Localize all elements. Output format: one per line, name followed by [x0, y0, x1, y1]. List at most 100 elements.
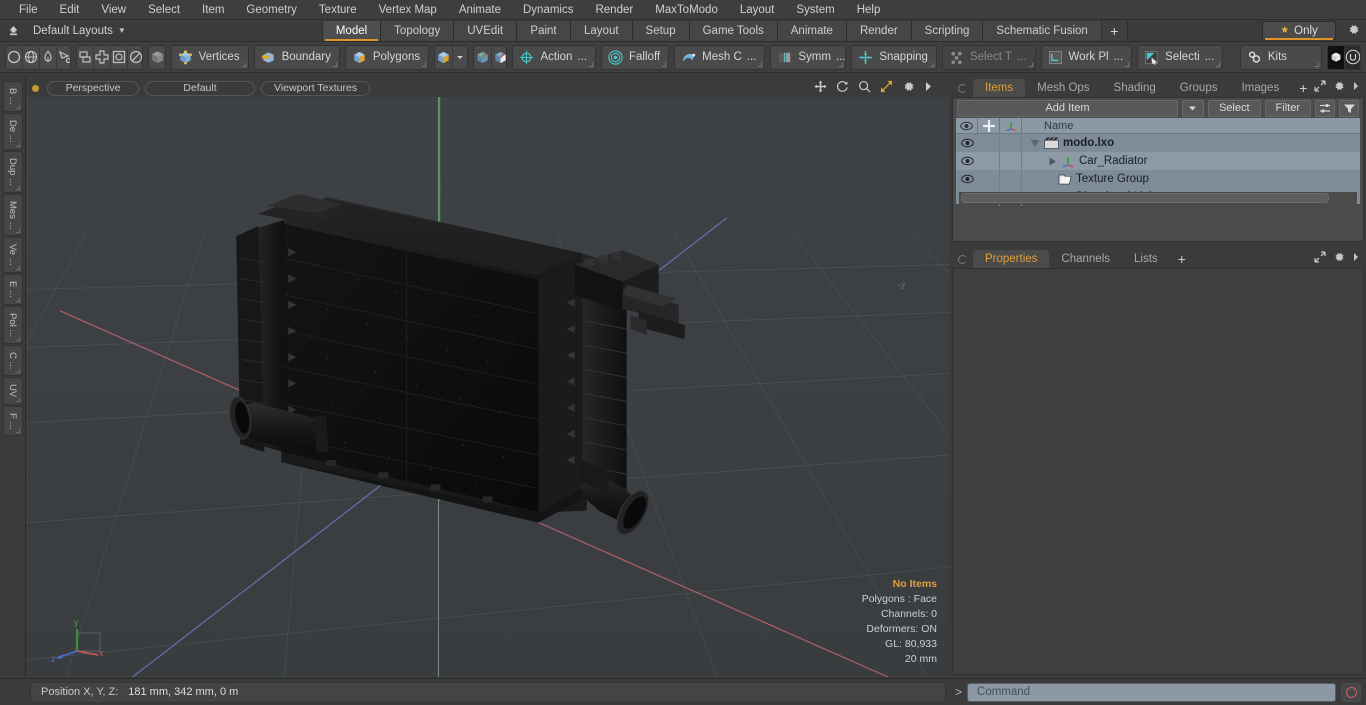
- cut-tool-icon[interactable]: [57, 46, 71, 69]
- table-row[interactable]: Texture Group: [956, 170, 1360, 188]
- gear-icon[interactable]: [1333, 251, 1345, 266]
- add-item-button[interactable]: Add Item: [957, 99, 1178, 117]
- zoom-icon[interactable]: [858, 80, 871, 95]
- filter-funnel-icon[interactable]: [1339, 99, 1359, 117]
- tab-topology[interactable]: Topology: [381, 20, 455, 41]
- panel-menu-dot[interactable]: [958, 255, 967, 264]
- row-visibility-toggle[interactable]: [956, 156, 978, 166]
- table-row[interactable]: Car_Radiator: [956, 152, 1360, 170]
- add-panel-tab-button[interactable]: +: [1291, 79, 1316, 97]
- tab-lists[interactable]: Lists: [1122, 250, 1170, 268]
- viewport-shading-selector[interactable]: Viewport Textures: [261, 80, 371, 96]
- viewport-menu-dot[interactable]: [32, 84, 39, 92]
- list-options-icon[interactable]: [1315, 99, 1335, 117]
- row-visibility-toggle[interactable]: [956, 174, 978, 184]
- filter-button[interactable]: Filter: [1264, 99, 1311, 117]
- item-list-scrollbar[interactable]: [959, 192, 1357, 204]
- symmetry-button[interactable]: Symm ...: [770, 44, 847, 70]
- gear-icon[interactable]: [1347, 23, 1360, 39]
- ellipse-tool-icon[interactable]: [128, 46, 142, 69]
- menu-item-render[interactable]: Render: [584, 0, 644, 20]
- tab-animate[interactable]: Animate: [777, 20, 847, 41]
- item-row-scene[interactable]: modo.lxo: [1022, 137, 1360, 149]
- menu-item-animate[interactable]: Animate: [448, 0, 512, 20]
- mode-boundary-button[interactable]: Boundary: [253, 44, 340, 70]
- command-input[interactable]: Command: [967, 682, 1336, 702]
- menu-item-help[interactable]: Help: [846, 0, 892, 20]
- mesh-constraint-button[interactable]: Mesh C ...: [674, 44, 766, 70]
- tab-schematic-fusion[interactable]: Schematic Fusion: [983, 20, 1102, 41]
- only-toggle-button[interactable]: ★ Only: [1262, 21, 1336, 40]
- tab-game-tools[interactable]: Game Tools: [689, 20, 778, 41]
- bound-tool-icon[interactable]: [111, 45, 129, 69]
- mirror-tool-icon[interactable]: [77, 45, 95, 69]
- viewport-projection-selector[interactable]: Perspective: [47, 80, 139, 96]
- mode-polygons-button[interactable]: Polygons: [344, 44, 430, 70]
- kits-button[interactable]: Kits: [1239, 44, 1322, 70]
- arrow-icon[interactable]: [924, 81, 933, 94]
- circle-tool-icon[interactable]: [6, 45, 23, 69]
- tab-render[interactable]: Render: [846, 20, 912, 41]
- tab-images[interactable]: Images: [1229, 79, 1292, 97]
- menu-item-file[interactable]: File: [8, 0, 49, 20]
- menu-item-edit[interactable]: Edit: [49, 0, 91, 20]
- tab-setup[interactable]: Setup: [632, 20, 690, 41]
- panel-menu-dot[interactable]: [958, 84, 967, 93]
- vstrip-tab-curve[interactable]: C ...: [2, 344, 23, 377]
- command-record-button[interactable]: [1341, 682, 1361, 702]
- menu-item-layout[interactable]: Layout: [729, 0, 786, 20]
- vstrip-tab-uv[interactable]: UV: [2, 377, 23, 405]
- tab-layout[interactable]: Layout: [571, 20, 633, 41]
- vstrip-tab-edge[interactable]: E ...: [2, 273, 23, 305]
- gear-icon[interactable]: [902, 80, 915, 95]
- vstrip-tab-basic[interactable]: B ...: [2, 81, 23, 112]
- menu-item-select[interactable]: Select: [137, 0, 191, 20]
- action-center-button[interactable]: Action ...: [512, 44, 597, 70]
- arrow-icon[interactable]: [1352, 252, 1360, 265]
- cube-selection-icon[interactable]: [435, 45, 454, 69]
- menu-item-vertex-map[interactable]: Vertex Map: [368, 0, 448, 20]
- falloff-button[interactable]: Falloff: [601, 44, 670, 70]
- tab-items[interactable]: Items: [973, 79, 1026, 97]
- viewport-3d-canvas[interactable]: -z y x z No Items Polygons : Face Channe…: [26, 97, 949, 677]
- tab-channels[interactable]: Channels: [1049, 250, 1123, 268]
- tab-shading[interactable]: Shading: [1101, 79, 1168, 97]
- menu-item-system[interactable]: System: [785, 0, 845, 20]
- menu-item-geometry[interactable]: Geometry: [235, 0, 308, 20]
- chevron-down-icon[interactable]: ▼: [118, 26, 126, 35]
- tab-model[interactable]: Model: [321, 20, 382, 41]
- menu-item-item[interactable]: Item: [191, 0, 235, 20]
- axis-cube-a-icon[interactable]: [474, 45, 493, 69]
- tab-properties[interactable]: Properties: [973, 250, 1050, 268]
- layout-home-icon[interactable]: [3, 21, 23, 41]
- row-visibility-toggle[interactable]: [956, 138, 978, 148]
- item-row-car-radiator[interactable]: Car_Radiator: [1022, 155, 1360, 168]
- modo-logo-icon[interactable]: [1327, 45, 1345, 69]
- unreal-logo-icon[interactable]: [1344, 45, 1361, 69]
- vstrip-tab-mesh[interactable]: Mes ...: [2, 193, 23, 237]
- menu-item-texture[interactable]: Texture: [308, 0, 368, 20]
- viewport-style-selector[interactable]: Default: [145, 80, 255, 96]
- pan-icon[interactable]: [814, 80, 827, 95]
- vstrip-tab-deform[interactable]: De ...: [2, 112, 23, 150]
- item-row-texture-group[interactable]: Texture Group: [1022, 173, 1360, 186]
- selection-set-button[interactable]: Selecti ...: [1137, 44, 1224, 70]
- tab-uvedit[interactable]: UVEdit: [454, 20, 518, 41]
- select-through-button[interactable]: Select T ...: [941, 44, 1036, 70]
- fit-icon[interactable]: [880, 80, 893, 95]
- tab-paint[interactable]: Paint: [517, 20, 572, 41]
- snapping-button[interactable]: Snapping: [851, 44, 937, 70]
- add-properties-tab-button[interactable]: +: [1169, 250, 1194, 268]
- tab-scripting[interactable]: Scripting: [911, 20, 984, 41]
- vstrip-tab-duplicate[interactable]: Dup ...: [2, 150, 23, 193]
- tab-groups[interactable]: Groups: [1167, 79, 1230, 97]
- expand-icon[interactable]: [1314, 251, 1326, 266]
- vstrip-tab-polygon[interactable]: Pol ...: [2, 305, 23, 344]
- axis-cube-b-icon[interactable]: [492, 46, 506, 69]
- select-button[interactable]: Select: [1207, 99, 1261, 117]
- pen-tool-icon[interactable]: [40, 45, 57, 69]
- scrollbar-thumb[interactable]: [961, 193, 1329, 203]
- add-tab-button[interactable]: +: [1101, 20, 1128, 41]
- scene-item-list[interactable]: Name modo.lxo Car_Radiator Texture Group: [956, 118, 1360, 206]
- expand-icon[interactable]: [1314, 80, 1326, 95]
